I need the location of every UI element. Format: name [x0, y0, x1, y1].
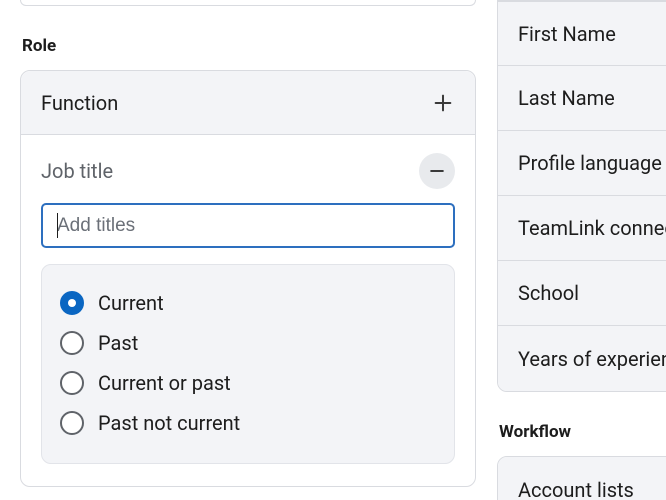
job-title-label: Job title: [41, 159, 113, 183]
filter-label: First Name: [518, 22, 616, 46]
radio-option-past[interactable]: Past: [60, 323, 436, 363]
filter-label: School: [518, 281, 579, 305]
radio-label: Past: [98, 331, 138, 355]
filter-teamlink-connections[interactable]: TeamLink connections: [498, 196, 666, 261]
radio-option-past-not-current[interactable]: Past not current: [60, 403, 436, 443]
role-filter-card: Function Job title: [20, 70, 476, 487]
filter-label: TeamLink connections: [518, 216, 666, 240]
radio-icon: [60, 371, 84, 395]
role-section-label: Role: [22, 36, 476, 56]
filter-account-lists[interactable]: Account lists: [498, 457, 666, 500]
collapse-job-title-button[interactable]: [419, 153, 455, 189]
job-title-filter-section: Job title Current Past: [21, 135, 475, 486]
radio-label: Past not current: [98, 411, 240, 435]
radio-option-current[interactable]: Current: [60, 283, 436, 323]
plus-icon: [431, 91, 455, 115]
filter-label: Account lists: [518, 478, 634, 500]
text-caret: [57, 213, 58, 238]
workflow-section-label: Workflow: [499, 422, 666, 442]
filter-profile-language[interactable]: Profile language: [498, 131, 666, 196]
workflow-filter-list: Account lists: [497, 456, 666, 500]
filter-label: Profile language: [518, 151, 662, 175]
function-filter-label: Function: [41, 91, 118, 115]
radio-icon: [60, 411, 84, 435]
radio-label: Current or past: [98, 371, 231, 395]
filter-label: Last Name: [518, 86, 615, 110]
radio-label: Current: [98, 291, 164, 315]
radio-icon: [60, 331, 84, 355]
right-filter-list: First Name Last Name Profile language Te…: [497, 0, 666, 392]
job-title-tense-options: Current Past Current or past Past not cu…: [41, 264, 455, 464]
filter-first-name[interactable]: First Name: [498, 1, 666, 66]
radio-icon: [60, 291, 84, 315]
filter-label: Years of experience: [518, 347, 666, 371]
previous-filter-card-edge: [20, 0, 476, 6]
function-filter-row[interactable]: Function: [21, 71, 475, 135]
minus-icon: [427, 161, 447, 181]
filter-last-name[interactable]: Last Name: [498, 66, 666, 131]
radio-option-current-or-past[interactable]: Current or past: [60, 363, 436, 403]
filter-school[interactable]: School: [498, 261, 666, 326]
job-title-input[interactable]: [41, 203, 455, 248]
filter-years-of-experience[interactable]: Years of experience: [498, 326, 666, 391]
